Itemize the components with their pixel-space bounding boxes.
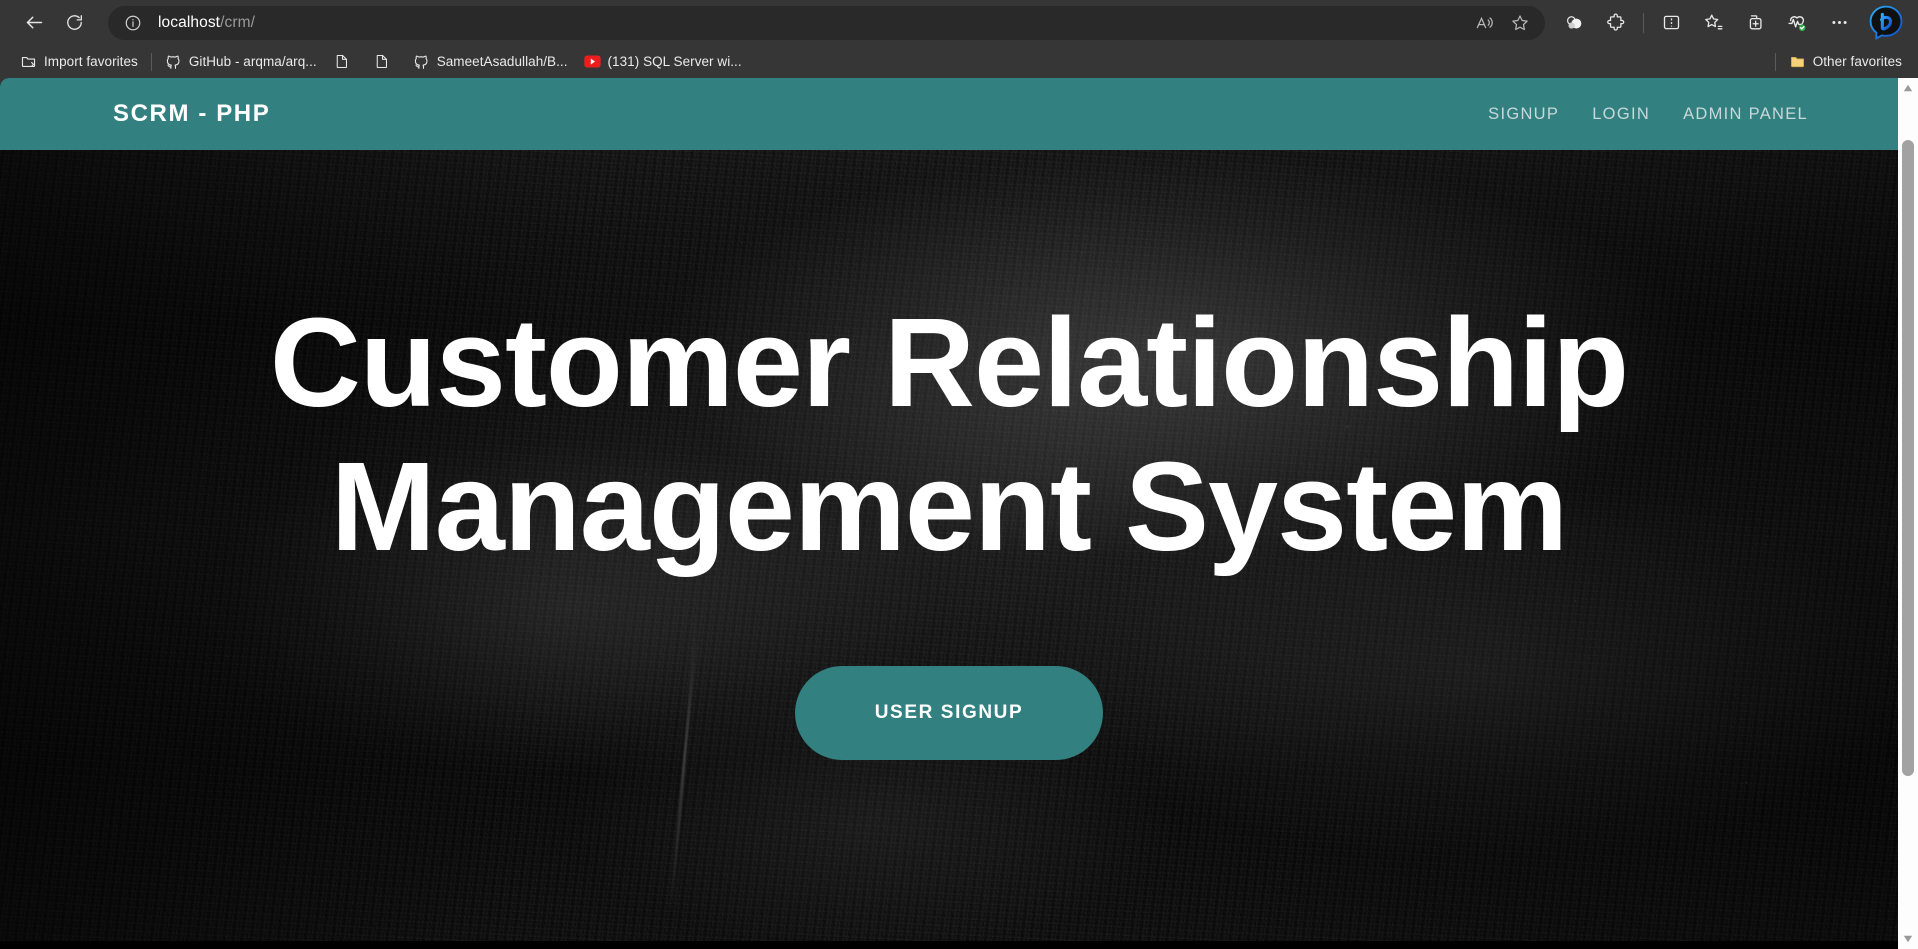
hero-cta-wrapper: USER SIGNUP	[0, 666, 1898, 761]
refresh-button[interactable]	[54, 6, 94, 40]
split-screen-icon[interactable]	[1650, 6, 1692, 40]
scrollbar-track[interactable]	[1898, 98, 1918, 929]
hero-content: Customer Relationship Management System …	[0, 150, 1898, 761]
back-button[interactable]	[14, 6, 54, 40]
toolbar-actions	[1553, 1, 1908, 45]
hero-title: Customer Relationship Management System	[269, 292, 1629, 577]
url-path: /crm/	[220, 13, 256, 31]
browser-essentials-icon[interactable]	[1553, 6, 1595, 40]
other-favorites-area: Other favorites	[1770, 49, 1910, 74]
bookmark-label: SameetAsadullah/B...	[436, 54, 568, 69]
page-icon	[373, 53, 390, 70]
address-bar-actions	[1467, 8, 1539, 38]
bookmark-import-favorites[interactable]: Import favorites	[12, 49, 146, 74]
page-icon	[333, 53, 350, 70]
nav-link-admin-panel[interactable]: ADMIN PANEL	[1683, 105, 1808, 124]
other-favorites-label: Other favorites	[1812, 54, 1902, 69]
info-circle-icon[interactable]	[122, 12, 144, 34]
bookmark-label: (131) SQL Server wi...	[607, 54, 742, 69]
bookmark-github-sameet[interactable]: SameetAsadullah/B...	[405, 49, 576, 74]
browser-window: localhost/crm/ Import favorites GitHub -…	[0, 0, 1918, 949]
bookmarks-divider	[1774, 52, 1776, 71]
bookmarks-bar: Import favorites GitHub - arqma/arq... S…	[0, 45, 1918, 78]
url-host: localhost	[158, 13, 221, 31]
other-favorites-button[interactable]: Other favorites	[1781, 49, 1910, 74]
web-page: SCRM - PHP SIGNUP LOGIN ADMIN PANEL Cust…	[0, 78, 1898, 949]
page-scrollbar[interactable]	[1898, 78, 1918, 949]
extensions-icon[interactable]	[1595, 6, 1637, 40]
settings-more-icon[interactable]	[1818, 6, 1860, 40]
site-navigation: SIGNUP LOGIN ADMIN PANEL	[1488, 105, 1808, 124]
github-icon	[413, 53, 430, 70]
bookmark-label: Import favorites	[44, 54, 138, 69]
bookmark-github-arqma[interactable]: GitHub - arqma/arq...	[157, 49, 325, 74]
address-bar[interactable]: localhost/crm/	[108, 5, 1545, 40]
github-icon	[165, 53, 182, 70]
bookmark-page-2[interactable]	[365, 49, 405, 74]
user-signup-button[interactable]: USER SIGNUP	[795, 666, 1103, 761]
bookmark-sql-server-video[interactable]: (131) SQL Server wi...	[576, 49, 750, 74]
favorites-icon[interactable]	[1692, 6, 1734, 40]
scrollbar-thumb[interactable]	[1902, 140, 1914, 776]
copilot-icon[interactable]	[1864, 1, 1908, 45]
scroll-down-arrow-icon[interactable]	[1898, 929, 1918, 949]
toolbar-divider	[1643, 12, 1644, 33]
collections-icon[interactable]	[1734, 6, 1776, 40]
site-brand[interactable]: SCRM - PHP	[113, 100, 270, 128]
youtube-icon	[583, 53, 601, 70]
read-aloud-icon[interactable]	[1467, 8, 1501, 38]
page-viewport: SCRM - PHP SIGNUP LOGIN ADMIN PANEL Cust…	[0, 78, 1918, 949]
nav-link-login[interactable]: LOGIN	[1592, 105, 1650, 124]
hero-section: Customer Relationship Management System …	[0, 150, 1898, 941]
bookmark-label: GitHub - arqma/arq...	[188, 54, 317, 69]
nav-link-signup[interactable]: SIGNUP	[1488, 105, 1559, 124]
bookmark-page-1[interactable]	[325, 49, 365, 74]
favorite-star-icon[interactable]	[1503, 8, 1537, 38]
scroll-up-arrow-icon[interactable]	[1898, 78, 1918, 98]
folder-icon	[1789, 53, 1806, 70]
browser-health-icon[interactable]	[1776, 6, 1818, 40]
bookmarks-divider	[150, 52, 152, 71]
site-header: SCRM - PHP SIGNUP LOGIN ADMIN PANEL	[0, 78, 1898, 150]
browser-toolbar: localhost/crm/	[0, 0, 1918, 45]
import-favorites-icon	[20, 53, 37, 70]
address-bar-url: localhost/crm/	[158, 14, 255, 32]
